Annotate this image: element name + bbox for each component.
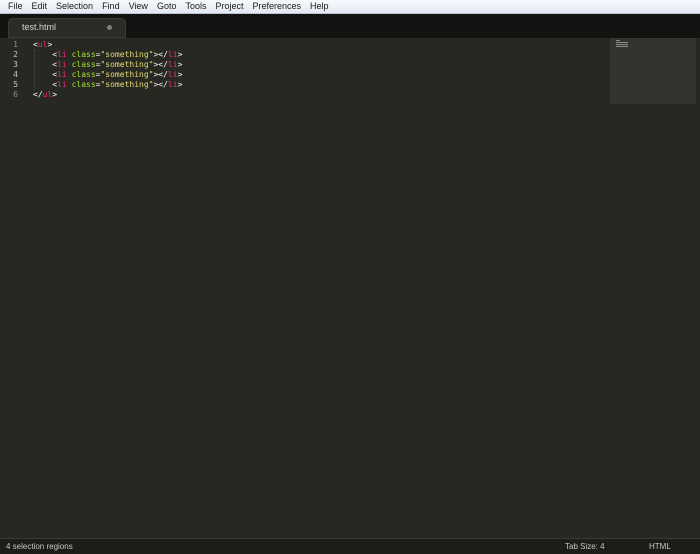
minimap-line — [616, 42, 628, 43]
code-token: ></ — [153, 70, 168, 79]
menu-file[interactable]: File — [4, 0, 27, 13]
code-token: li — [57, 70, 67, 79]
code-token: </ — [33, 90, 43, 99]
code-token: ></ — [153, 80, 168, 89]
code-token: li — [167, 70, 178, 79]
code-token: < — [33, 60, 58, 69]
menu-help[interactable]: Help — [306, 0, 333, 13]
code-token: "something" — [100, 60, 154, 69]
minimap-line — [616, 40, 620, 41]
sublime-text-window: File Edit Selection Find View Goto Tools… — [0, 0, 700, 554]
code-token: li — [167, 50, 178, 59]
code-line: <li class="something"></li> — [33, 80, 182, 90]
tab-test-html[interactable]: test.html — [8, 18, 126, 38]
menu-selection[interactable]: Selection — [52, 0, 97, 13]
minimap[interactable] — [610, 38, 696, 104]
code-token: ul — [42, 90, 53, 99]
code-token: class — [71, 70, 96, 79]
line-number: 1 — [13, 40, 18, 49]
code-token: "something" — [100, 80, 154, 89]
code-line: <li class="something"></li> — [33, 50, 182, 60]
menu-tools[interactable]: Tools — [181, 0, 210, 13]
code-token: < — [33, 80, 58, 89]
minimap-line — [616, 46, 628, 47]
syntax-indicator[interactable]: HTML — [649, 542, 671, 551]
code-line: <li class="something"></li> — [33, 70, 182, 80]
code-token: class — [71, 60, 96, 69]
line-number: 6 — [13, 90, 18, 99]
menu-goto[interactable]: Goto — [153, 0, 181, 13]
tab-bar: test.html — [0, 14, 700, 39]
menu-preferences[interactable]: Preferences — [248, 0, 305, 13]
minimap-line — [616, 44, 628, 45]
editor-area[interactable]: 1 2 3 4 5 6 <ul> <li class="something"><… — [0, 38, 700, 538]
code-line: <li class="something"></li> — [33, 60, 182, 70]
tab-size-indicator[interactable]: Tab Size: 4 — [565, 542, 605, 551]
code-token: ></ — [153, 50, 168, 59]
code-token: "something" — [100, 50, 154, 59]
line-number-gutter: 1 2 3 4 5 6 — [0, 38, 24, 538]
code-token: li — [57, 60, 67, 69]
code-token: > — [52, 90, 58, 99]
code-token: > — [47, 40, 53, 49]
line-number: 2 — [13, 50, 18, 59]
code-token: class — [71, 80, 96, 89]
code-token: > — [177, 80, 183, 89]
code-token: > — [177, 60, 183, 69]
line-number: 5 — [13, 80, 18, 89]
code-token: > — [177, 70, 183, 79]
code-token: > — [177, 50, 183, 59]
menu-bar: File Edit Selection Find View Goto Tools… — [0, 0, 700, 14]
selection-status: 4 selection regions — [6, 542, 73, 551]
menu-view[interactable]: View — [125, 0, 152, 13]
code-line: </ul> — [33, 90, 57, 100]
line-number: 3 — [13, 60, 18, 69]
menu-find[interactable]: Find — [98, 0, 124, 13]
dirty-dot-icon[interactable] — [107, 25, 112, 30]
code-line: <ul> — [33, 40, 52, 50]
code-token: class — [71, 50, 96, 59]
code-token: li — [167, 60, 178, 69]
menu-project[interactable]: Project — [211, 0, 247, 13]
code-token: < — [33, 50, 58, 59]
code-token: li — [167, 80, 178, 89]
menu-edit[interactable]: Edit — [28, 0, 52, 13]
code-token: li — [57, 80, 67, 89]
code-token: ></ — [153, 60, 168, 69]
line-number: 4 — [13, 70, 18, 79]
status-bar: 4 selection regions Tab Size: 4 HTML — [0, 538, 700, 554]
code-token: < — [33, 70, 58, 79]
code-token: "something" — [100, 70, 154, 79]
code-token: li — [57, 50, 67, 59]
tab-label: test.html — [22, 22, 57, 32]
